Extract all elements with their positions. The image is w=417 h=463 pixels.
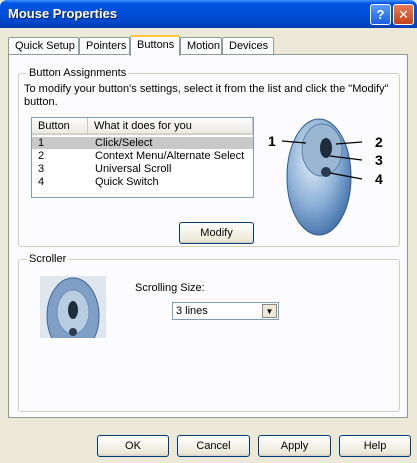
group-label: Scroller [27, 253, 69, 265]
list-item[interactable]: 3 Universal Scroll [32, 163, 253, 175]
column-header-button[interactable]: Button [32, 118, 88, 135]
list-item[interactable]: 1 Click/Select [32, 137, 253, 149]
question-icon: ? [376, 7, 385, 22]
ok-button[interactable]: OK [97, 435, 169, 457]
tab-motion[interactable]: Motion [180, 37, 222, 55]
scroll-wheel-icon [68, 301, 78, 319]
tab-devices[interactable]: Devices [222, 37, 274, 55]
window-title: Mouse Properties [8, 6, 118, 21]
close-button[interactable]: ✕ [393, 4, 414, 25]
button-list[interactable]: Button What it does for you 1 Click/Sele… [31, 117, 254, 198]
scroll-wheel-icon [320, 138, 332, 158]
mouse-properties-dialog: Mouse Properties ? ✕ Quick Setup Pointer… [0, 0, 417, 463]
callout-4: 4 [375, 171, 383, 187]
callout-1: 1 [268, 133, 276, 149]
list-item[interactable]: 4 Quick Switch [32, 176, 253, 188]
group-label: Button Assignments [27, 67, 129, 79]
cancel-button[interactable]: Cancel [177, 435, 250, 457]
modify-button[interactable]: Modify [179, 222, 254, 244]
apply-button[interactable]: Apply [258, 435, 331, 457]
column-header-action[interactable]: What it does for you [88, 118, 253, 135]
scrolling-size-value: 3 lines [176, 305, 208, 317]
help-footer-button[interactable]: Help [339, 435, 411, 457]
tab-pointers[interactable]: Pointers [79, 37, 130, 55]
assignments-description: To modify your button's settings, select… [24, 83, 389, 108]
callout-3: 3 [375, 152, 383, 168]
list-header: Button What it does for you [32, 118, 253, 135]
chevron-down-icon[interactable]: ▼ [262, 304, 277, 318]
tab-quick-setup[interactable]: Quick Setup [8, 37, 79, 55]
tab-buttons[interactable]: Buttons [130, 35, 180, 56]
title-bar[interactable]: Mouse Properties ? ✕ [0, 0, 417, 28]
callout-2: 2 [375, 134, 383, 150]
list-item[interactable]: 2 Context Menu/Alternate Select [32, 150, 253, 162]
scrolling-size-label: Scrolling Size: [135, 282, 205, 294]
help-button[interactable]: ? [370, 4, 391, 25]
close-icon: ✕ [398, 6, 409, 22]
thumb-button-icon [321, 167, 331, 177]
scroller-illustration [40, 276, 106, 338]
scrolling-size-select[interactable]: 3 lines ▼ [172, 302, 279, 320]
